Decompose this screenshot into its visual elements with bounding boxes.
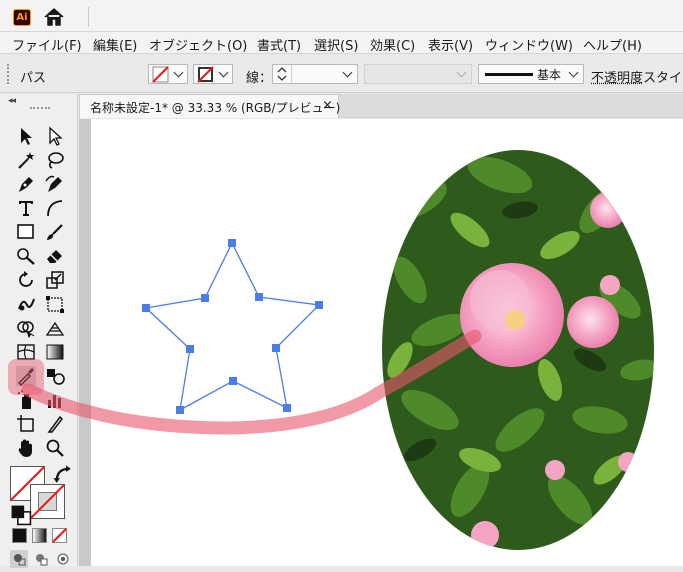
brush-stroke-preview	[485, 73, 533, 76]
collapse-panel-icon[interactable]: ◂◂	[8, 96, 16, 106]
type-tool-icon[interactable]	[15, 197, 37, 219]
direct-selection-tool-icon[interactable]	[44, 125, 66, 147]
rotate-icon[interactable]	[15, 269, 37, 291]
chevron-down-icon	[218, 67, 229, 78]
canvas-gutter	[79, 119, 91, 566]
stroke-weight-label: 線：	[246, 71, 273, 86]
title-bar: Ai	[0, 0, 683, 32]
magic-wand-icon[interactable]	[15, 149, 37, 171]
chevron-down-icon	[342, 67, 353, 78]
artboard-icon[interactable]	[15, 413, 37, 435]
default-colors-icon[interactable]	[10, 504, 32, 526]
paintbrush-icon[interactable]	[44, 221, 66, 243]
document-tab-title: 名称未設定-1* @ 33.33 % (RGB/プレビュー)	[90, 101, 341, 115]
style-label[interactable]: スタイル	[643, 67, 683, 86]
hand-tool-icon[interactable]	[15, 437, 37, 459]
draw-normal-button[interactable]	[10, 550, 28, 568]
symbol-sprayer-icon[interactable]	[15, 389, 37, 411]
control-bar-grip[interactable]	[7, 64, 11, 84]
variable-width-dropdown[interactable]	[364, 64, 472, 84]
stepper-icon[interactable]	[275, 65, 289, 83]
gradient-icon[interactable]	[44, 341, 66, 363]
selection-tool-icon[interactable]	[15, 125, 37, 147]
home-icon[interactable]	[43, 7, 65, 27]
perspective-grid-icon[interactable]	[44, 317, 66, 339]
swap-fill-stroke-icon[interactable]	[52, 464, 71, 483]
shape-builder-icon[interactable]	[15, 317, 37, 339]
title-separator	[88, 7, 89, 27]
control-bar: パス 線： 基本 不透明度 スタイル	[0, 55, 683, 93]
panel-grip[interactable]	[30, 107, 50, 109]
rectangle-tool-icon[interactable]	[15, 221, 37, 243]
free-transform-icon[interactable]	[44, 293, 66, 315]
zoom-tool-icon[interactable]	[44, 437, 66, 459]
warp-icon[interactable]	[15, 293, 37, 315]
mesh-icon[interactable]	[15, 341, 37, 363]
selection-type-label: パス	[20, 71, 47, 86]
slice-icon[interactable]	[44, 413, 66, 435]
menu-help[interactable]: ヘルプ(H)	[583, 35, 642, 54]
graph-icon[interactable]	[44, 389, 66, 411]
color-mode-button[interactable]	[12, 528, 27, 543]
chevron-down-icon	[456, 67, 467, 78]
fill-color-dropdown[interactable]	[148, 64, 188, 84]
arc-icon[interactable]	[44, 197, 66, 219]
tools-panel: ◂◂	[0, 94, 78, 568]
draw-behind-button[interactable]	[32, 550, 50, 568]
menu-object[interactable]: オブジェクト(O)	[149, 35, 247, 54]
menu-edit[interactable]: 編集(E)	[93, 35, 137, 54]
menu-view[interactable]: 表示(V)	[428, 35, 473, 54]
eraser-icon[interactable]	[44, 245, 66, 267]
menu-bar: ファイル(F) 編集(E) オブジェクト(O) 書式(T) 選択(S) 効果(C…	[0, 32, 683, 54]
menu-type[interactable]: 書式(T)	[257, 35, 301, 54]
ai-logo-icon[interactable]: Ai	[13, 9, 31, 26]
brush-label: 基本	[537, 68, 562, 82]
chevron-down-icon	[173, 67, 184, 78]
brush-definition-dropdown[interactable]: 基本	[478, 64, 584, 84]
stroke-color-dropdown[interactable]	[193, 64, 233, 84]
close-icon[interactable]: ×	[322, 98, 333, 113]
document-tab[interactable]: 名称未設定-1* @ 33.33 % (RGB/プレビュー) ×	[79, 94, 341, 118]
stroke-weight-field[interactable]	[272, 64, 358, 84]
chevron-down-icon	[568, 67, 579, 78]
menu-effect[interactable]: 効果(C)	[370, 35, 415, 54]
opacity-link[interactable]: 不透明度	[591, 67, 643, 86]
blend-icon[interactable]	[44, 365, 66, 387]
draw-inside-button[interactable]	[54, 550, 72, 568]
scale-icon[interactable]	[44, 269, 66, 291]
lasso-icon[interactable]	[44, 149, 66, 171]
stroke-swatch[interactable]	[30, 484, 65, 519]
fill-none-icon	[152, 66, 169, 83]
none-mode-button[interactable]	[52, 528, 67, 543]
menu-select[interactable]: 選択(S)	[314, 35, 358, 54]
artboard-canvas[interactable]	[91, 119, 683, 566]
eyedropper-icon[interactable]	[15, 365, 37, 387]
shaper-icon[interactable]	[15, 245, 37, 267]
gradient-mode-button[interactable]	[32, 528, 47, 543]
menu-file[interactable]: ファイル(F)	[12, 35, 82, 54]
stroke-none-icon	[197, 66, 214, 83]
menu-window[interactable]: ウィンドウ(W)	[485, 35, 573, 54]
pen-tool-icon[interactable]	[15, 173, 37, 195]
curvature-icon[interactable]	[44, 173, 66, 195]
